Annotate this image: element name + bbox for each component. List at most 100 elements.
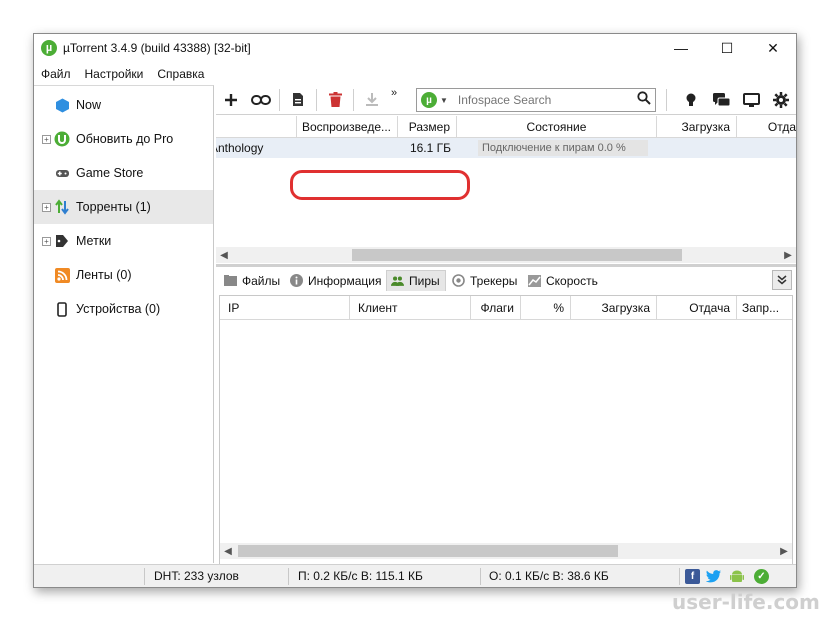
menu-bar: Файл Настройки Справка bbox=[34, 64, 211, 84]
minimize-button[interactable]: — bbox=[658, 34, 704, 62]
torrent-size: 16.1 ГБ bbox=[409, 141, 451, 155]
add-icon bbox=[225, 93, 237, 106]
sidebar-item-torrents[interactable]: + Торренты (1) bbox=[34, 190, 213, 224]
utorrent-logo-icon: µ bbox=[41, 40, 57, 56]
tab-label: Файлы bbox=[242, 273, 281, 288]
status-bar: DHT: 233 узлов П: 0.2 КБ/с В: 115.1 КБ О… bbox=[34, 564, 796, 587]
scroll-left-icon[interactable]: ◀ bbox=[216, 247, 232, 263]
bulb-icon[interactable] bbox=[676, 87, 706, 113]
files-icon bbox=[224, 274, 237, 287]
info-icon bbox=[290, 274, 303, 287]
upload-status: О: 0.1 КБ/с В: 38.6 КБ bbox=[489, 569, 609, 583]
chat-icon[interactable] bbox=[706, 87, 736, 113]
chevron-down-icon bbox=[777, 275, 787, 285]
create-torrent-button[interactable] bbox=[283, 87, 313, 113]
menu-help[interactable]: Справка bbox=[150, 67, 211, 81]
expand-icon[interactable]: + bbox=[42, 202, 51, 212]
tab-peers[interactable]: Пиры bbox=[386, 270, 446, 291]
column-name[interactable] bbox=[216, 116, 297, 138]
window-title: µTorrent 3.4.9 (build 43388) [32-bit] bbox=[63, 41, 251, 55]
utorrent-icon bbox=[54, 131, 70, 147]
expand-icon[interactable]: + bbox=[42, 134, 51, 144]
now-icon bbox=[54, 97, 70, 113]
dht-status: DHT: 233 узлов bbox=[154, 569, 239, 583]
settings-icon[interactable] bbox=[766, 87, 796, 113]
column-status[interactable]: Состояние bbox=[457, 116, 657, 138]
scroll-right-icon[interactable]: ▶ bbox=[776, 543, 792, 559]
column-download[interactable]: Загрузка bbox=[571, 296, 657, 320]
twitter-icon[interactable] bbox=[706, 569, 721, 584]
sidebar-item-label: Метки bbox=[76, 234, 112, 248]
column-ip[interactable]: IP bbox=[220, 296, 350, 320]
tag-icon bbox=[54, 233, 70, 249]
download-button[interactable] bbox=[357, 87, 387, 113]
scrollbar-thumb[interactable] bbox=[238, 545, 618, 557]
device-icon bbox=[54, 301, 70, 317]
connection-ok-icon[interactable]: ✓ bbox=[754, 569, 769, 584]
column-client[interactable]: Клиент bbox=[350, 296, 471, 320]
tab-trackers[interactable]: Трекеры bbox=[448, 270, 524, 291]
table-row[interactable]: Anthology 16.1 ГБ Подключение к пирам 0.… bbox=[216, 138, 796, 158]
facebook-icon[interactable]: f bbox=[685, 569, 700, 584]
column-size[interactable]: Размер bbox=[398, 116, 457, 138]
close-button[interactable]: ✕ bbox=[750, 34, 796, 62]
status-highlight bbox=[290, 170, 470, 200]
menu-settings[interactable]: Настройки bbox=[78, 67, 151, 81]
sidebar-item-feeds[interactable]: Ленты (0) bbox=[34, 258, 213, 292]
chevron-down-icon[interactable]: ▼ bbox=[440, 96, 448, 105]
title-bar: µ µTorrent 3.4.9 (build 43388) [32-bit] … bbox=[34, 34, 796, 62]
collapse-panel-button[interactable] bbox=[772, 270, 792, 290]
android-icon[interactable] bbox=[729, 569, 744, 584]
delete-icon bbox=[328, 92, 342, 107]
more-icon[interactable]: » bbox=[387, 87, 401, 113]
sidebar-item-label: Now bbox=[76, 98, 102, 112]
add-link-button[interactable] bbox=[246, 87, 276, 113]
download-icon bbox=[366, 93, 378, 106]
column-percent[interactable]: % bbox=[521, 296, 571, 320]
column-flags[interactable]: Флаги bbox=[471, 296, 521, 320]
maximize-button[interactable]: ☐ bbox=[704, 34, 750, 62]
tab-label: Трекеры bbox=[470, 273, 518, 288]
horizontal-scrollbar[interactable]: ◀ ▶ bbox=[216, 247, 796, 263]
rss-icon bbox=[54, 267, 70, 283]
tab-files[interactable]: Файлы bbox=[220, 270, 286, 291]
trackers-icon bbox=[452, 274, 465, 287]
scrollbar-thumb[interactable] bbox=[352, 249, 682, 261]
detail-tabs: Файлы Информация Пиры Трекеры Скорость bbox=[216, 268, 796, 292]
menu-file[interactable]: Файл bbox=[34, 67, 78, 81]
search-icon[interactable] bbox=[637, 91, 651, 108]
search-input[interactable] bbox=[457, 93, 628, 107]
sidebar-item-labels[interactable]: + Метки bbox=[34, 224, 213, 258]
expand-icon[interactable]: + bbox=[42, 236, 51, 246]
tab-speed[interactable]: Скорость bbox=[524, 270, 604, 291]
search-box[interactable]: µ ▼ bbox=[416, 88, 656, 112]
monitor-icon[interactable] bbox=[736, 87, 766, 113]
column-playback[interactable]: Воспроизведе... bbox=[297, 116, 398, 138]
sidebar-item-label: Ленты (0) bbox=[76, 268, 132, 282]
sidebar: Now + Обновить до Pro Game Store + Торре… bbox=[34, 85, 214, 563]
sidebar-item-game-store[interactable]: Game Store bbox=[34, 156, 213, 190]
column-download[interactable]: Загрузка bbox=[657, 116, 737, 138]
scroll-left-icon[interactable]: ◀ bbox=[220, 543, 236, 559]
torrent-status: Подключение к пирам 0.0 % bbox=[478, 140, 648, 156]
sidebar-item-label: Game Store bbox=[76, 166, 144, 180]
watermark-text: user-life.com bbox=[672, 590, 820, 614]
tab-label: Информация bbox=[308, 273, 382, 288]
sidebar-item-label: Обновить до Pro bbox=[76, 132, 174, 146]
scroll-right-icon[interactable]: ▶ bbox=[780, 247, 796, 263]
tab-info[interactable]: Информация bbox=[286, 270, 386, 291]
pane-splitter[interactable] bbox=[216, 264, 796, 267]
sidebar-item-devices[interactable]: Устройства (0) bbox=[34, 292, 213, 326]
sidebar-item-now[interactable]: Now bbox=[34, 88, 213, 122]
delete-button[interactable] bbox=[320, 87, 350, 113]
column-upload[interactable]: Отда bbox=[737, 116, 796, 138]
peers-horizontal-scrollbar[interactable]: ◀ ▶ bbox=[220, 543, 792, 559]
sidebar-item-upgrade-pro[interactable]: + Обновить до Pro bbox=[34, 122, 213, 156]
column-upload[interactable]: Отдача bbox=[657, 296, 737, 320]
add-torrent-button[interactable] bbox=[216, 87, 246, 113]
peers-table: IP Клиент Флаги % Загрузка Отдача Запр..… bbox=[219, 295, 793, 565]
column-requests[interactable]: Запр... bbox=[737, 296, 792, 320]
sidebar-item-label: Устройства (0) bbox=[76, 302, 161, 316]
utorrent-window: µ µTorrent 3.4.9 (build 43388) [32-bit] … bbox=[33, 33, 797, 588]
gamepad-icon bbox=[54, 165, 70, 181]
